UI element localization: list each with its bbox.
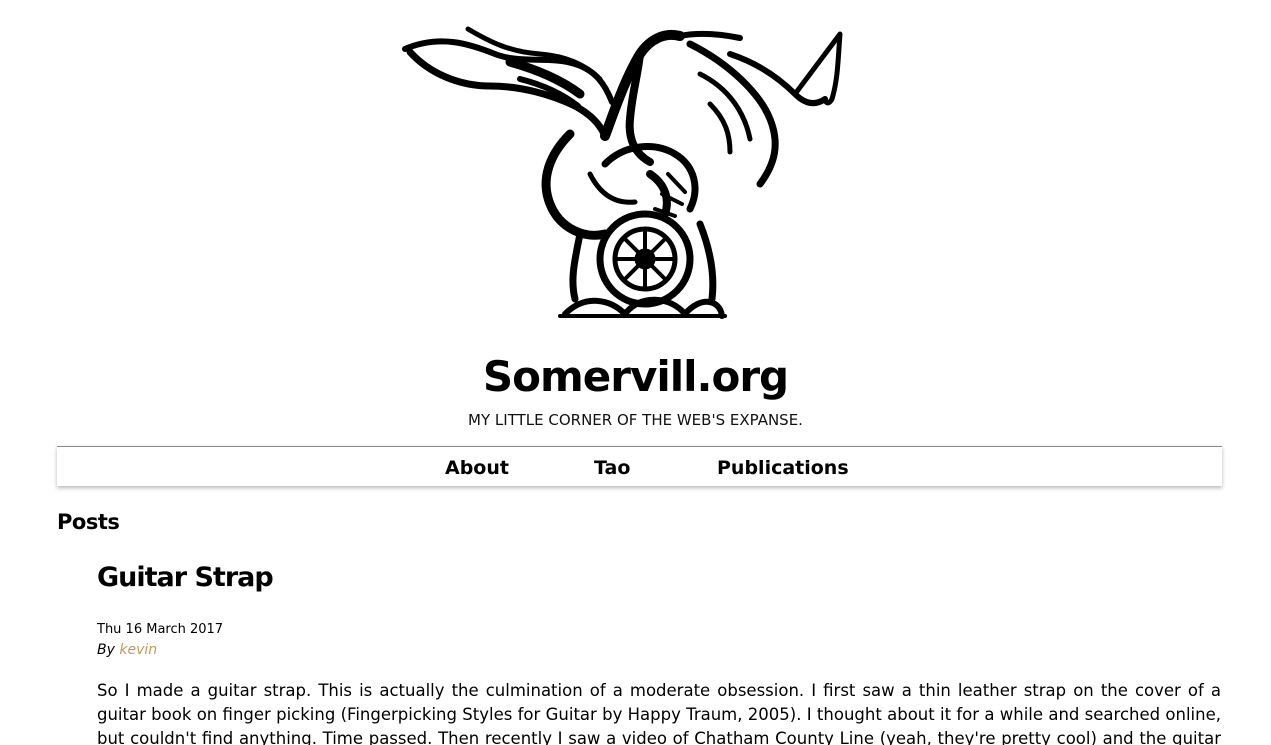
main-navigation: About Tao Publications	[57, 446, 1222, 486]
post-date: Thu 16 March 2017	[97, 622, 224, 637]
post-excerpt: So I made a guitar strap. This is actual…	[97, 681, 1221, 745]
griffin-wheel-logo-icon[interactable]	[400, 24, 845, 322]
nav-link-about[interactable]: About	[445, 455, 509, 481]
byline-label: By	[97, 642, 115, 658]
post-byline: By kevin	[97, 641, 157, 660]
site-title-link[interactable]: Somervill.org	[0, 349, 1271, 405]
site-tagline: MY LITTLE CORNER OF THE WEB'S EXPANSE.	[468, 411, 803, 429]
post-author-link[interactable]: kevin	[119, 642, 157, 658]
posts-heading: Posts	[57, 510, 120, 534]
page: Somervill.org MY LITTLE CORNER OF THE WE…	[0, 0, 1271, 745]
post-title-link[interactable]: Guitar Strap	[97, 560, 274, 596]
nav-link-publications[interactable]: Publications	[717, 455, 849, 481]
nav-link-tao[interactable]: Tao	[594, 455, 630, 481]
